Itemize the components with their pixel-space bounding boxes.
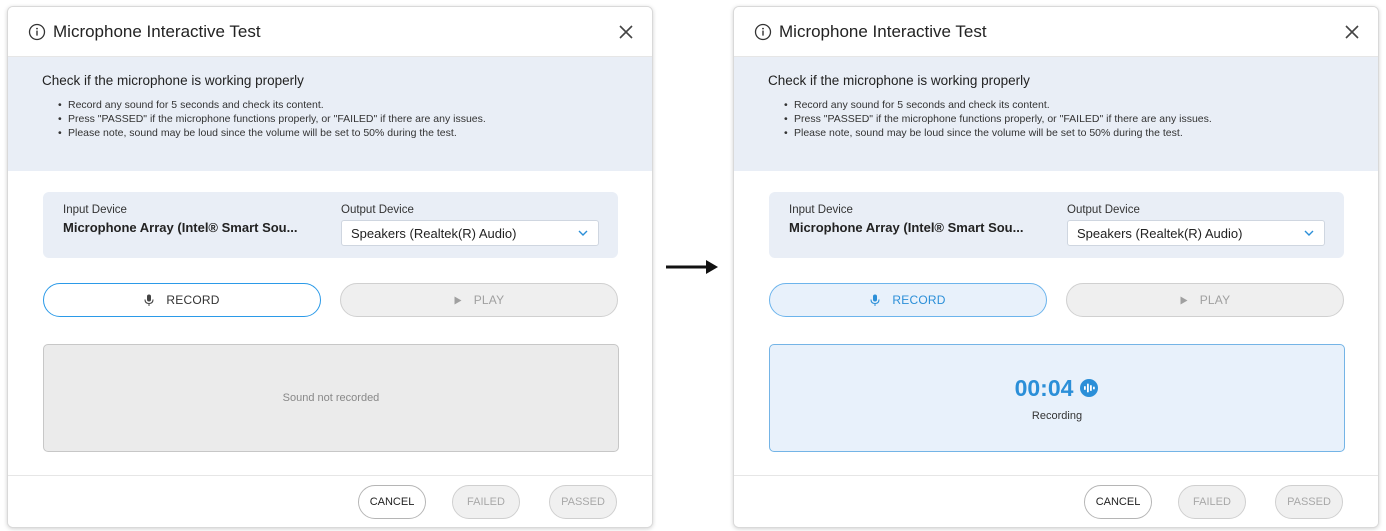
play-label: PLAY bbox=[473, 293, 505, 307]
output-device-selected: Speakers (Realtek(R) Audio) bbox=[1077, 225, 1243, 241]
instruction-item: Press "PASSED" if the microphone functio… bbox=[58, 112, 652, 126]
output-device-select[interactable]: Speakers (Realtek(R) Audio) bbox=[341, 220, 599, 246]
input-device-value: Microphone Array (Intel® Smart Sou... bbox=[789, 220, 1024, 235]
audio-wave-icon bbox=[1080, 379, 1099, 397]
device-panel: Input Device Microphone Array (Intel® Sm… bbox=[769, 192, 1344, 258]
instruction-item: Please note, sound may be loud since the… bbox=[784, 126, 1378, 140]
chevron-down-icon bbox=[578, 230, 588, 236]
chevron-down-icon bbox=[1304, 230, 1314, 236]
sound-status-text: Sound not recorded bbox=[282, 392, 380, 404]
recording-timer: 00:04 bbox=[1014, 374, 1074, 401]
dialog-title: Microphone Interactive Test bbox=[53, 21, 261, 41]
instruction-item: Record any sound for 5 seconds and check… bbox=[784, 98, 1378, 112]
input-device-label: Input Device bbox=[63, 204, 127, 216]
record-button[interactable]: RECORD bbox=[769, 283, 1047, 317]
microphone-test-dialog-recording: Microphone Interactive Test Check if the… bbox=[733, 6, 1379, 528]
instruction-item: Record any sound for 5 seconds and check… bbox=[58, 98, 652, 112]
microphone-test-dialog-idle: Microphone Interactive Test Check if the… bbox=[7, 6, 653, 528]
output-device-label: Output Device bbox=[1067, 204, 1140, 216]
output-device: Output Device Speakers (Realtek(R) Audio… bbox=[1067, 204, 1325, 246]
record-button[interactable]: RECORD bbox=[43, 283, 321, 317]
instruction-item: Press "PASSED" if the microphone functio… bbox=[784, 112, 1378, 126]
recording-panel: 00:04 Recording bbox=[769, 344, 1345, 452]
action-row: RECORD PLAY bbox=[769, 283, 1345, 317]
output-device-label: Output Device bbox=[341, 204, 414, 216]
dialog-titlebar: Microphone Interactive Test bbox=[8, 7, 652, 57]
right-arrow-icon bbox=[666, 260, 718, 274]
instructions-list: Record any sound for 5 seconds and check… bbox=[42, 98, 652, 140]
failed-button[interactable]: FAILED bbox=[1178, 485, 1246, 519]
close-button[interactable] bbox=[1340, 20, 1364, 44]
dialog-titlebar: Microphone Interactive Test bbox=[734, 7, 1378, 57]
info-icon bbox=[28, 23, 46, 41]
info-icon bbox=[754, 23, 772, 41]
record-label: RECORD bbox=[892, 293, 946, 307]
instructions-heading: Check if the microphone is working prope… bbox=[768, 73, 1030, 88]
input-device-value: Microphone Array (Intel® Smart Sou... bbox=[63, 220, 298, 235]
input-device: Input Device Microphone Array (Intel® Sm… bbox=[789, 204, 1023, 235]
cancel-button[interactable]: CANCEL bbox=[1084, 485, 1152, 519]
close-icon bbox=[619, 24, 633, 39]
passed-button[interactable]: PASSED bbox=[1275, 485, 1343, 519]
play-label: PLAY bbox=[1199, 293, 1231, 307]
instructions-list: Record any sound for 5 seconds and check… bbox=[768, 98, 1378, 140]
record-label: RECORD bbox=[166, 293, 220, 307]
failed-button[interactable]: FAILED bbox=[452, 485, 520, 519]
instructions-heading: Check if the microphone is working prope… bbox=[42, 73, 304, 88]
input-device: Input Device Microphone Array (Intel® Sm… bbox=[63, 204, 297, 235]
recording-status: Recording bbox=[1031, 409, 1083, 422]
microphone-icon bbox=[870, 294, 880, 307]
close-button[interactable] bbox=[614, 20, 638, 44]
dialog-title: Microphone Interactive Test bbox=[779, 21, 987, 41]
microphone-icon bbox=[144, 294, 154, 307]
close-icon bbox=[1345, 24, 1359, 39]
output-device: Output Device Speakers (Realtek(R) Audio… bbox=[341, 204, 599, 246]
dialog-footer: CANCEL FAILED PASSED bbox=[734, 475, 1378, 527]
instructions-panel: Check if the microphone is working prope… bbox=[8, 57, 652, 171]
dialog-footer: CANCEL FAILED PASSED bbox=[8, 475, 652, 527]
instructions-panel: Check if the microphone is working prope… bbox=[734, 57, 1378, 171]
device-panel: Input Device Microphone Array (Intel® Sm… bbox=[43, 192, 618, 258]
sound-panel: Sound not recorded bbox=[43, 344, 619, 452]
passed-button[interactable]: PASSED bbox=[549, 485, 617, 519]
play-icon bbox=[454, 296, 462, 305]
timer-row: 00:04 bbox=[1015, 375, 1100, 402]
action-row: RECORD PLAY bbox=[43, 283, 619, 317]
input-device-label: Input Device bbox=[789, 204, 853, 216]
play-button[interactable]: PLAY bbox=[1066, 283, 1344, 317]
play-icon bbox=[1180, 296, 1188, 305]
play-button[interactable]: PLAY bbox=[340, 283, 618, 317]
instruction-item: Please note, sound may be loud since the… bbox=[58, 126, 652, 140]
cancel-button[interactable]: CANCEL bbox=[358, 485, 426, 519]
output-device-selected: Speakers (Realtek(R) Audio) bbox=[351, 225, 517, 241]
output-device-select[interactable]: Speakers (Realtek(R) Audio) bbox=[1067, 220, 1325, 246]
